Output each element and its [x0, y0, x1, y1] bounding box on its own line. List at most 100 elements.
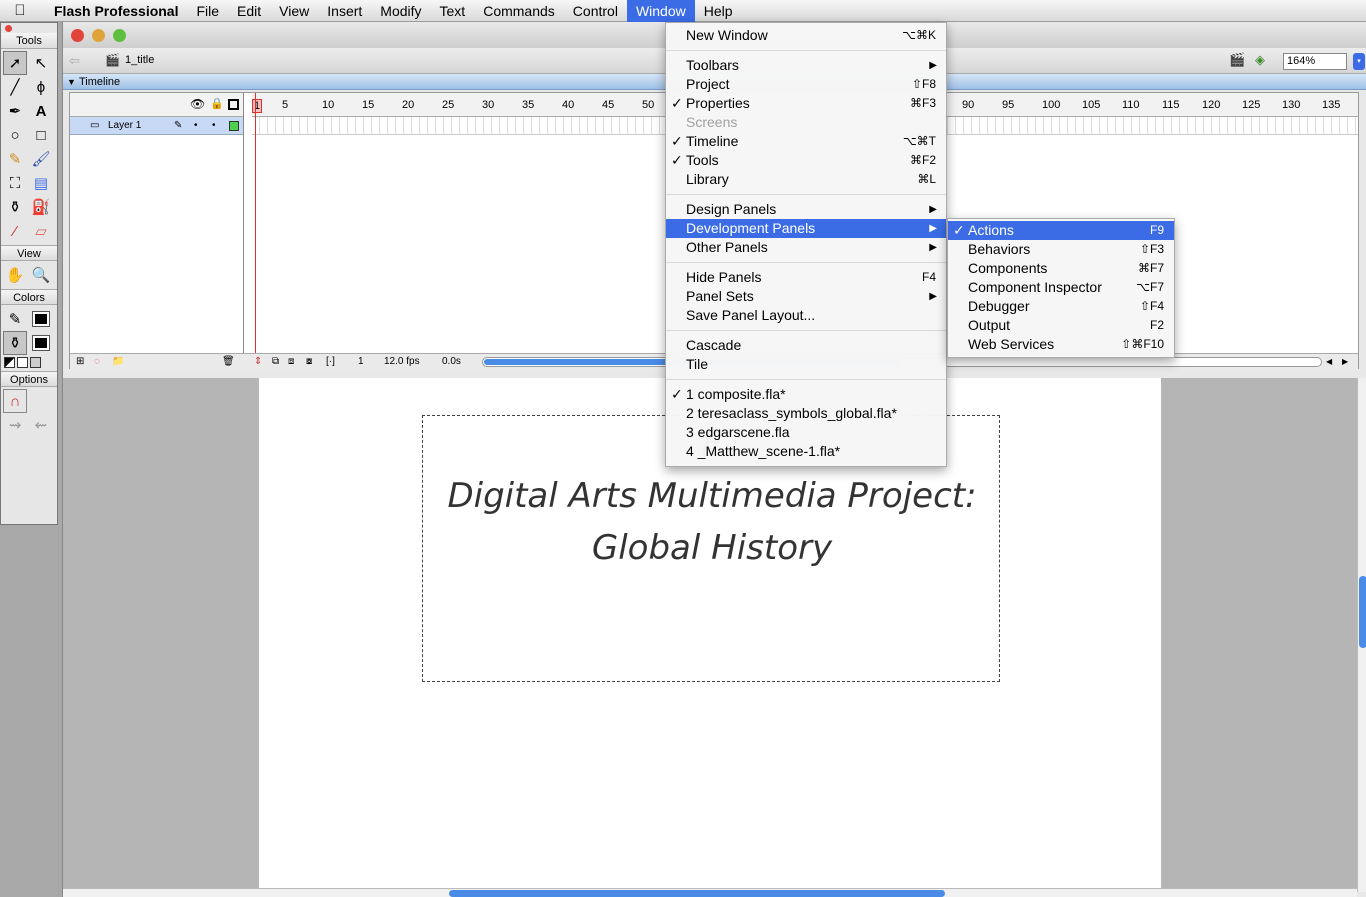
- menu-item-panel-sets[interactable]: Panel Sets ▶: [666, 287, 946, 306]
- smooth-icon[interactable]: ⇝: [3, 413, 27, 437]
- menu-item-development-panels[interactable]: Development Panels ▶: [666, 219, 946, 238]
- straighten-icon[interactable]: ⇜: [29, 413, 53, 437]
- menu-item-library[interactable]: Library ⌘L: [666, 170, 946, 189]
- stage-vscroll[interactable]: [1357, 378, 1366, 892]
- edit-multiple-icon[interactable]: ⧇: [306, 354, 312, 370]
- scroll-left-icon[interactable]: ◀: [1326, 354, 1332, 370]
- menu-item-web-services[interactable]: Web Services ⇧⌘F10: [948, 335, 1174, 354]
- menu-window[interactable]: Window: [626, 0, 695, 22]
- eraser-tool-icon[interactable]: ▱: [29, 219, 53, 243]
- stage-vscroll-thumb[interactable]: [1359, 576, 1366, 648]
- oval-tool-icon[interactable]: ○: [3, 123, 27, 147]
- menu-item-new-window[interactable]: New Window ⌥⌘K: [666, 26, 946, 45]
- menu-text[interactable]: Text: [431, 0, 475, 22]
- stage-hscroll-thumb[interactable]: [449, 890, 945, 897]
- swap-colors-icon[interactable]: [30, 357, 41, 368]
- show-hide-icon[interactable]: 👁: [190, 97, 205, 111]
- fill-color-icon[interactable]: ⚱: [3, 331, 27, 355]
- insert-layer-icon[interactable]: ⊞: [76, 354, 84, 370]
- onion-skin-icon[interactable]: ⧉: [272, 354, 279, 370]
- menu-control[interactable]: Control: [564, 0, 627, 22]
- menu-item-behaviors[interactable]: Behaviors ⇧F3: [948, 240, 1174, 259]
- rectangle-tool-icon[interactable]: □: [29, 123, 53, 147]
- lock-dot-icon[interactable]: •: [212, 117, 216, 135]
- menu-edit[interactable]: Edit: [228, 0, 270, 22]
- menu-file[interactable]: File: [187, 0, 228, 22]
- edit-symbols-icon[interactable]: ◈: [1255, 52, 1265, 68]
- menu-item-toolbars[interactable]: Toolbars ▶: [666, 56, 946, 75]
- menu-item-component-inspector[interactable]: Component Inspector ⌥F7: [948, 278, 1174, 297]
- onion-outline-icon[interactable]: ⧈: [288, 354, 294, 370]
- menu-item-3-edgarscene-fla[interactable]: 3 edgarscene.fla: [666, 423, 946, 442]
- layer-color-icon[interactable]: [229, 121, 239, 131]
- menu-item-properties[interactable]: ✓ Properties ⌘F3: [666, 94, 946, 113]
- zoom-dropdown-icon[interactable]: ▾: [1353, 53, 1365, 70]
- hand-tool-icon[interactable]: ✋: [3, 263, 27, 287]
- menu-help[interactable]: Help: [695, 0, 742, 22]
- menu-item-timeline[interactable]: ✓ Timeline ⌥⌘T: [666, 132, 946, 151]
- menu-item-debugger[interactable]: Debugger ⇧F4: [948, 297, 1174, 316]
- menu-item-project[interactable]: Project ⇧F8: [666, 75, 946, 94]
- menu-item-2-teresaclass-symbols-global-fla[interactable]: 2 teresaclass_symbols_global.fla*: [666, 404, 946, 423]
- menu-view[interactable]: View: [270, 0, 318, 22]
- menu-item-tile[interactable]: Tile: [666, 355, 946, 374]
- visible-dot-icon[interactable]: •: [194, 117, 198, 135]
- menu-item-hide-panels[interactable]: Hide Panels F4: [666, 268, 946, 287]
- line-tool-icon[interactable]: ╱: [3, 75, 27, 99]
- menu-item-cascade[interactable]: Cascade: [666, 336, 946, 355]
- menu-insert[interactable]: Insert: [318, 0, 371, 22]
- fill-transform-tool-icon[interactable]: ▤: [29, 171, 53, 195]
- menu-item-design-panels[interactable]: Design Panels ▶: [666, 200, 946, 219]
- app-menu[interactable]: Flash Professional: [40, 0, 187, 22]
- layer-name[interactable]: Layer 1: [108, 120, 141, 131]
- delete-layer-icon[interactable]: 🗑: [222, 354, 235, 370]
- menu-item-components[interactable]: Components ⌘F7: [948, 259, 1174, 278]
- lock-icon[interactable]: 🔒: [210, 97, 224, 110]
- tools-close-icon[interactable]: [5, 25, 12, 32]
- paint-bucket-tool-icon[interactable]: ⛽: [29, 195, 53, 219]
- back-arrow-icon[interactable]: ⇦: [69, 53, 80, 69]
- free-transform-tool-icon[interactable]: ⛶: [3, 171, 27, 195]
- snap-magnet-icon[interactable]: ∩: [3, 389, 27, 413]
- no-color-icon[interactable]: [17, 357, 28, 368]
- frame-num-1[interactable]: 1: [252, 99, 263, 113]
- close-window-icon[interactable]: [71, 29, 84, 42]
- insert-guide-icon[interactable]: ◌: [94, 354, 100, 370]
- fill-color-swatch[interactable]: [29, 331, 53, 355]
- menu-item-other-panels[interactable]: Other Panels ▶: [666, 238, 946, 257]
- minimize-window-icon[interactable]: [92, 29, 105, 42]
- stroke-color-icon[interactable]: ✎: [3, 307, 27, 331]
- black-white-icon[interactable]: [4, 357, 15, 368]
- menu-item-actions[interactable]: ✓ Actions F9: [948, 221, 1174, 240]
- zoom-window-icon[interactable]: [113, 29, 126, 42]
- onion-markers-icon[interactable]: [·]: [326, 354, 335, 370]
- menu-item-1-composite-fla[interactable]: ✓ 1 composite.fla*: [666, 385, 946, 404]
- subselection-tool-icon[interactable]: ↖: [29, 51, 53, 75]
- stage-hscroll[interactable]: [63, 888, 1357, 897]
- eyedropper-tool-icon[interactable]: ⁄: [3, 219, 27, 243]
- zoom-field[interactable]: 164%: [1283, 53, 1347, 70]
- menu-commands[interactable]: Commands: [474, 0, 564, 22]
- menu-item-4-matthew-scene-1-fla[interactable]: 4 _Matthew_scene-1.fla*: [666, 442, 946, 461]
- menu-item-tools[interactable]: ✓ Tools ⌘F2: [666, 151, 946, 170]
- center-frame-icon[interactable]: ⇕: [254, 354, 262, 370]
- lasso-tool-icon[interactable]: ϕ: [29, 75, 53, 99]
- pencil-tool-icon[interactable]: ✎: [3, 147, 27, 171]
- frame-rate[interactable]: 12.0 fps: [384, 354, 420, 370]
- playhead[interactable]: [255, 93, 256, 353]
- text-tool-icon[interactable]: A: [29, 99, 53, 123]
- selection-tool-icon[interactable]: ➚: [3, 51, 27, 75]
- ink-bottle-tool-icon[interactable]: ⚱: [3, 195, 27, 219]
- layer-row[interactable]: ▭ Layer 1 ✎ • •: [70, 117, 243, 135]
- insert-folder-icon[interactable]: 📁: [112, 354, 124, 370]
- menu-modify[interactable]: Modify: [371, 0, 430, 22]
- stroke-color-swatch[interactable]: [29, 307, 53, 331]
- menu-item-save-panel-layout[interactable]: Save Panel Layout...: [666, 306, 946, 325]
- menu-item-output[interactable]: Output F2: [948, 316, 1174, 335]
- zoom-tool-icon[interactable]: 🔍: [29, 263, 53, 287]
- scene-name[interactable]: 1_title: [125, 54, 154, 66]
- outline-icon[interactable]: [228, 99, 239, 110]
- apple-icon[interactable]: : [0, 2, 40, 19]
- edit-scene-icon[interactable]: 🎬: [1229, 52, 1245, 68]
- brush-tool-icon[interactable]: 🖌: [29, 147, 53, 171]
